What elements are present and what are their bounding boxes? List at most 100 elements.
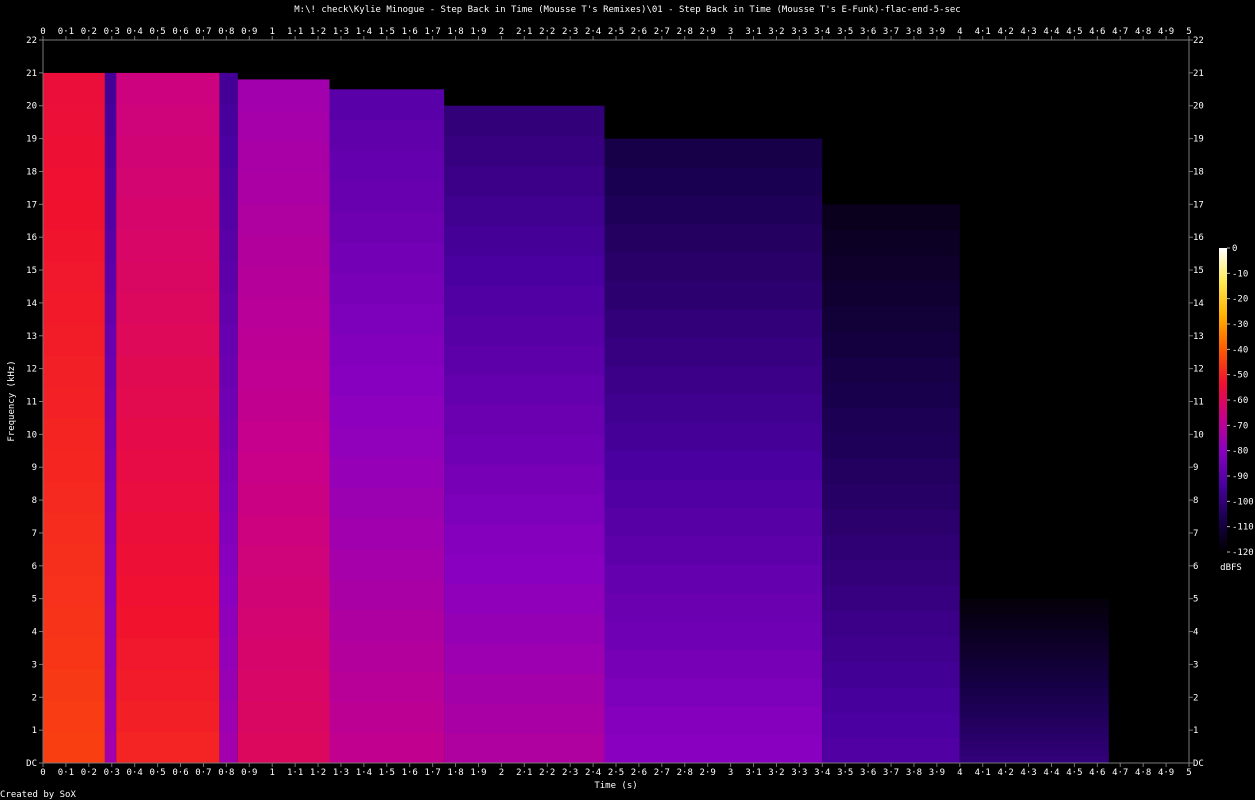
spectrogram-cell — [219, 323, 238, 356]
spectrogram-cell — [444, 643, 605, 674]
spectrogram-cell — [237, 141, 330, 174]
spectrogram-cell — [604, 280, 823, 310]
spectrogram-cell — [604, 649, 823, 679]
x-tick-label: 1·9 — [470, 27, 486, 37]
spectrogram-cell — [604, 365, 823, 395]
spectrogram-cell — [822, 382, 960, 408]
spectrogram-cell — [219, 480, 238, 513]
spectrogram-cell — [43, 323, 105, 356]
spectrogram-cell — [104, 104, 117, 137]
spectrogram-cell — [43, 198, 105, 231]
spectrogram-cell — [444, 225, 605, 256]
y-tick-label: 21 — [1193, 69, 1204, 79]
spectrogram-cell — [444, 673, 605, 704]
spectrogram-cell — [444, 165, 605, 196]
spectrogram-cell — [104, 261, 117, 293]
spectrogram-cell — [116, 700, 220, 733]
spectrogram-cell — [237, 172, 330, 205]
x-tick-label: 3·4 — [814, 768, 830, 778]
spectrogram-cell — [959, 755, 1109, 764]
spectrogram-cell — [329, 364, 445, 396]
y-tick-label: 22 — [1193, 36, 1204, 46]
spectrogram-cell — [43, 512, 105, 544]
spectrogram-cell — [237, 296, 330, 329]
spectrogram-cell — [329, 242, 445, 274]
spectrogram-cell — [104, 449, 117, 482]
spectrogram-plot-area — [43, 72, 1109, 764]
x-tick-label: 4·8 — [1135, 27, 1151, 37]
spectrogram-cell — [959, 621, 1109, 630]
spectrogram-cell — [43, 606, 105, 639]
spectrogram-cell — [237, 545, 330, 578]
x-tick-label: 4·3 — [1020, 27, 1036, 37]
spectrogram-cell — [444, 733, 605, 764]
spectrogram-cell — [219, 417, 238, 450]
spectrogram-cell — [116, 637, 220, 670]
spectrogram-cell — [219, 574, 238, 607]
spectrogram-cell — [444, 703, 605, 734]
colorbar-tick-label: -50 — [1232, 371, 1248, 381]
x-tick-label: 4·9 — [1158, 27, 1174, 37]
spectrogram-cell — [104, 198, 117, 231]
spectrogram-cell — [959, 680, 1109, 689]
spectrogram-cell — [822, 610, 960, 637]
spectrogram-cell — [822, 305, 960, 332]
spectrogram-cell — [604, 592, 823, 622]
x-tick-label: 1·4 — [356, 27, 372, 37]
y-tick-label: 1 — [1193, 726, 1198, 736]
spectrogram-cell — [116, 480, 220, 513]
spectrogram-cell — [959, 658, 1109, 667]
spectrogram-cell — [219, 668, 238, 701]
x-tick-label: 2·8 — [677, 768, 693, 778]
spectrogram-cell — [104, 700, 117, 733]
y-tick-label: 20 — [26, 102, 37, 112]
spectrogram-cell — [959, 695, 1109, 704]
spectrogram-cell — [104, 292, 117, 325]
x-tick-label: 0·6 — [172, 768, 188, 778]
spectrogram-cell — [822, 280, 960, 307]
spectrogram-cell — [329, 303, 445, 335]
spectrogram-cell — [959, 740, 1109, 749]
spectrogram-cell — [444, 494, 605, 525]
spectrogram-cell — [219, 135, 238, 168]
y-tick-label: 18 — [26, 167, 37, 177]
spectrogram-cell — [219, 449, 238, 482]
spectrogram-cell — [237, 328, 330, 360]
x-tick-label: 4·5 — [1066, 768, 1082, 778]
x-axis-label: Time (s) — [594, 781, 637, 791]
y-tick-label: DC — [1193, 759, 1204, 769]
spectrogram-cell — [116, 323, 220, 356]
spectrogram-cell — [237, 700, 330, 733]
spectrogram-cell — [43, 543, 105, 576]
spectrogram-cell — [237, 390, 330, 422]
x-tick-label: 1·7 — [425, 768, 441, 778]
spectrogram-cell — [822, 483, 960, 510]
spectrogram-cell — [959, 718, 1109, 727]
spectrogram-cell — [959, 725, 1109, 734]
spectrogram-cell — [329, 150, 445, 182]
colorbar-tick-label: -30 — [1232, 320, 1248, 330]
y-tick-label: 11 — [26, 398, 37, 408]
y-axis-label: Frequency (kHz) — [7, 360, 17, 441]
y-tick-label: 2 — [1193, 693, 1198, 703]
x-tick-label: 3·3 — [791, 768, 807, 778]
spectrogram-cell — [219, 198, 238, 231]
colorbar-ticks: 0 -10 -20 -30 -40 -50 -60 -70 -80 -90 -100 -110 -120 — [1227, 244, 1254, 558]
spectrogram-cell — [959, 665, 1109, 674]
x-tick-label: 3·5 — [837, 27, 853, 37]
x-tick-label: 4·4 — [1043, 768, 1059, 778]
spectrogram-cell — [219, 72, 238, 105]
x-tick-label: 3·2 — [768, 768, 784, 778]
spectrogram-cell — [604, 677, 823, 707]
x-tick-label: 1 — [269, 768, 274, 778]
x-tick-label: 0·8 — [218, 768, 234, 778]
x-tick-label: 2·3 — [562, 27, 578, 37]
x-tick-label: 3·7 — [883, 27, 899, 37]
spectrogram-cell — [604, 195, 823, 225]
spectrogram-cell — [604, 138, 823, 168]
y-tick-label: 22 — [26, 36, 37, 46]
x-tick-label: 0·5 — [149, 768, 165, 778]
x-tick-label: 2·9 — [700, 768, 716, 778]
spectrogram-cell — [959, 613, 1109, 622]
spectrogram-cell — [116, 104, 220, 137]
